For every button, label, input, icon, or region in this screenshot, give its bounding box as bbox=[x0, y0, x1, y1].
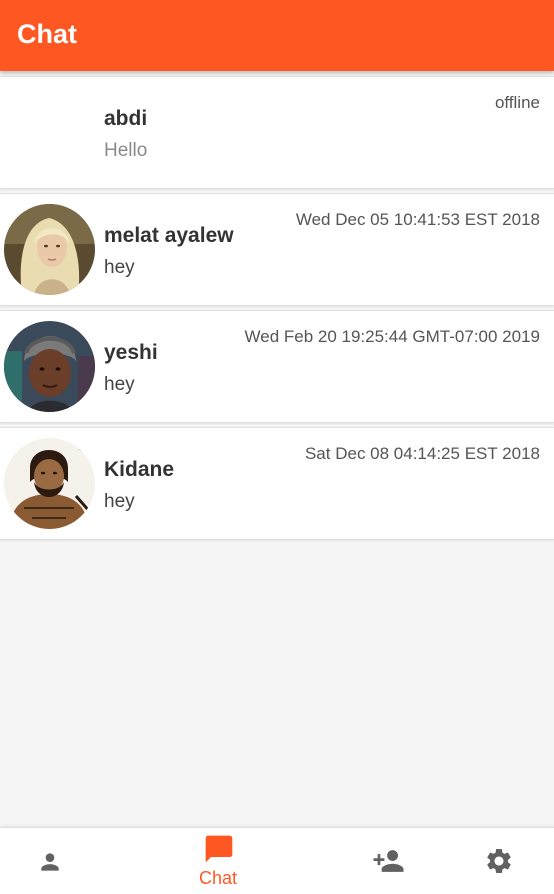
person-icon bbox=[37, 849, 63, 880]
chat-last-message: hey bbox=[104, 491, 135, 512]
avatar bbox=[4, 438, 95, 529]
chat-icon bbox=[203, 833, 235, 870]
nav-chat-tab[interactable]: Chat bbox=[180, 828, 260, 894]
nav-settings-tab[interactable] bbox=[460, 828, 540, 894]
add-person-icon bbox=[372, 846, 405, 881]
chat-name: yeshi bbox=[104, 341, 158, 364]
chat-timestamp: Sat Dec 08 04:14:25 EST 2018 bbox=[304, 444, 540, 463]
chat-name: melat ayalew bbox=[104, 224, 234, 247]
chat-row-kidane[interactable]: Kidane hey Sat Dec 08 04:14:25 EST 2018 bbox=[0, 427, 554, 540]
chat-timestamp: Wed Dec 05 10:41:53 EST 2018 bbox=[295, 210, 540, 229]
nav-add-contact-tab[interactable] bbox=[350, 828, 430, 894]
chat-row-abdi[interactable]: abdi Hello offline bbox=[0, 76, 554, 189]
chat-status: offline bbox=[494, 93, 540, 112]
bottom-navigation: Chat bbox=[0, 827, 554, 894]
avatar bbox=[4, 87, 95, 178]
chat-name: Kidane bbox=[104, 458, 175, 481]
chat-row-melat-ayalew[interactable]: melat ayalew hey Wed Dec 05 10:41:53 EST… bbox=[0, 193, 554, 306]
nav-chat-label: Chat bbox=[199, 868, 238, 888]
avatar bbox=[4, 204, 95, 295]
chat-last-message: hey bbox=[104, 374, 135, 395]
app-bar: Chat bbox=[0, 0, 554, 71]
chat-last-message: hey bbox=[104, 257, 135, 278]
nav-profile-tab[interactable] bbox=[10, 828, 90, 894]
chat-row-yeshi[interactable]: yeshi hey Wed Feb 20 19:25:44 GMT-07:00 … bbox=[0, 310, 554, 423]
chat-name: abdi bbox=[104, 107, 148, 130]
chat-last-message: Hello bbox=[104, 140, 148, 161]
gear-icon bbox=[484, 846, 514, 881]
page-title: Chat bbox=[17, 19, 77, 49]
avatar bbox=[4, 321, 95, 412]
chat-list: abdi Hello offline melat ayalew hey Wed … bbox=[0, 76, 554, 544]
chat-timestamp: Wed Feb 20 19:25:44 GMT-07:00 2019 bbox=[244, 327, 541, 346]
